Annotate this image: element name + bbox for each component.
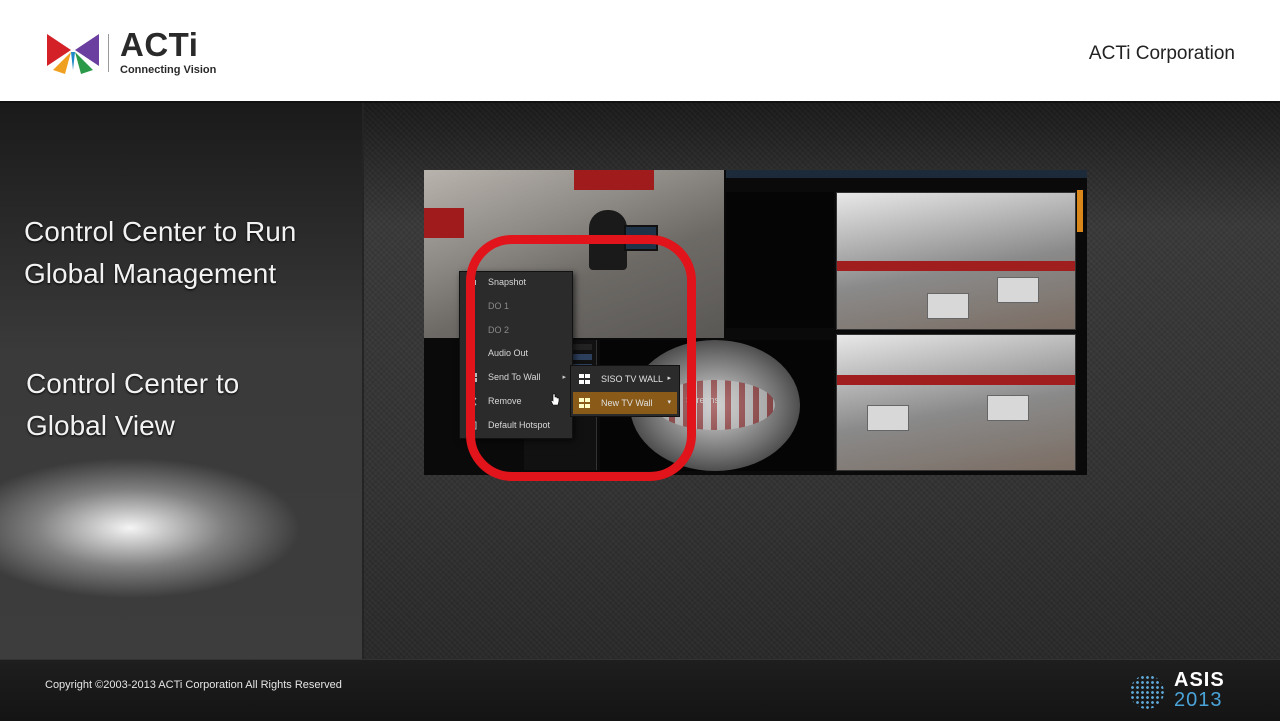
asis-2013-logo: ASIS 2013 xyxy=(1130,669,1240,713)
logo-tagline: Connecting Vision xyxy=(120,64,217,76)
globe-dots-icon xyxy=(1130,675,1164,709)
cubicle-wall xyxy=(837,261,1075,271)
header: ACTi Connecting Vision ACTi Corporation xyxy=(0,0,1280,103)
cubicle-wall xyxy=(837,375,1075,385)
desk xyxy=(867,405,909,431)
left-panel: Control Center to Run Global Management … xyxy=(0,103,364,659)
heading-1-line-1: Control Center to Run xyxy=(24,216,297,247)
scroll-indicator[interactable] xyxy=(1077,190,1083,232)
company-name: ACTi Corporation xyxy=(1088,43,1235,64)
copyright-text: Copyright ©2003-2013 ACTi Corporation Al… xyxy=(45,679,342,691)
desk xyxy=(997,277,1039,303)
asis-year: 2013 xyxy=(1174,689,1223,711)
camera-view-office-2[interactable] xyxy=(836,192,1076,330)
heading-2-line-2: Global View xyxy=(26,410,175,441)
cubicle-wall xyxy=(424,208,464,238)
heading-2-line-1: Control Center to xyxy=(26,368,240,399)
desk xyxy=(987,395,1029,421)
highlight-circle xyxy=(466,235,696,481)
logo-wordmark: ACTi xyxy=(120,26,199,63)
acti-logo[interactable]: ACTi Connecting Vision xyxy=(45,26,220,80)
logo-divider xyxy=(108,34,109,72)
slide-body: Control Center to Run Global Management … xyxy=(0,103,1280,659)
heading-global-management: Control Center to Run Global Management xyxy=(24,211,296,295)
desk xyxy=(927,293,969,319)
butterfly-logo-icon xyxy=(47,34,99,74)
cubicle-wall xyxy=(574,170,654,190)
camera-view-office-3[interactable] xyxy=(836,334,1076,471)
footer: Copyright ©2003-2013 ACTi Corporation Al… xyxy=(0,659,1280,721)
heading-global-view: Control Center to Global View xyxy=(26,363,239,447)
screenshot-toolbar xyxy=(726,170,1087,178)
empty-camera-cell[interactable] xyxy=(726,192,834,328)
heading-1-line-2: Global Management xyxy=(24,258,277,289)
